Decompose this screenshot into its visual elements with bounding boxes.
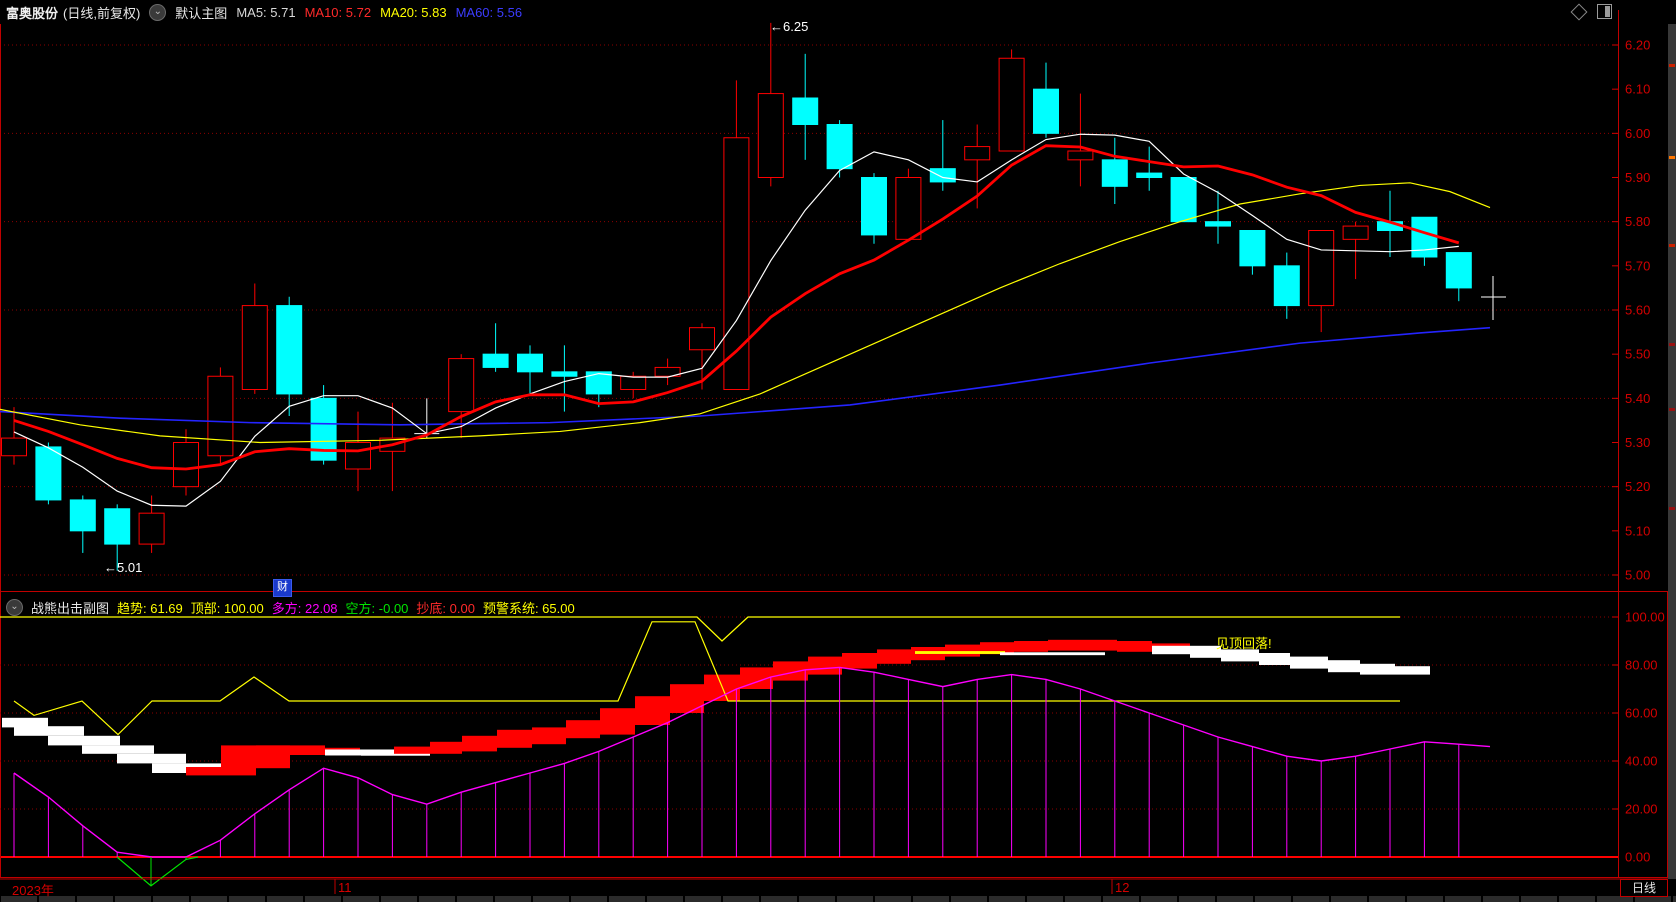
indicator-bull-value: 多方: 22.08 bbox=[271, 600, 338, 616]
indicator-title[interactable]: 战熊出击副图 bbox=[31, 598, 109, 617]
svg-text:5.50: 5.50 bbox=[1625, 347, 1650, 362]
svg-text:40.00: 40.00 bbox=[1625, 754, 1658, 769]
trading-app-window: 6.20 6.10 6.00 5.90 5.80 5.70 5.60 5.50 5.40 5.30… bbox=[0, 0, 1676, 902]
event-badge[interactable]: 财 bbox=[273, 579, 292, 597]
indicator-dip-value: 抄底: 0.00 bbox=[416, 600, 475, 616]
indicator-top-value: 顶部: 100.00 bbox=[190, 600, 264, 616]
svg-text:6.20: 6.20 bbox=[1625, 38, 1650, 53]
svg-text:20.00: 20.00 bbox=[1625, 802, 1658, 817]
svg-text:60.00: 60.00 bbox=[1625, 706, 1658, 721]
chevron-down-icon[interactable]: ⌄ bbox=[6, 598, 23, 616]
right-scrollbar[interactable] bbox=[1668, 24, 1676, 879]
period-selector[interactable]: 日线 bbox=[1620, 879, 1668, 897]
svg-text:5.00: 5.00 bbox=[1625, 568, 1650, 583]
svg-text:5.20: 5.20 bbox=[1625, 479, 1650, 494]
indicator-trend-value: 趋势: 61.69 bbox=[117, 600, 183, 616]
month-label-nov: 11 bbox=[338, 880, 352, 895]
sub-panel-frame: 100.00 80.00 60.00 40.00 20.00 0.00 bbox=[0, 591, 1668, 878]
svg-text:5.30: 5.30 bbox=[1625, 435, 1650, 450]
svg-text:5.80: 5.80 bbox=[1625, 214, 1650, 229]
ma5-value: MA5: 5.71 bbox=[236, 4, 296, 20]
year-label: 2023年 bbox=[12, 883, 54, 898]
sub-chart-header: ⌄ 战熊出击副图 趋势: 61.69 顶部: 100.00 多方: 22.08 … bbox=[6, 597, 575, 617]
ma10-value: MA10: 5.72 bbox=[304, 4, 372, 20]
ma20-value: MA20: 5.83 bbox=[380, 4, 447, 20]
panel-layout-icon[interactable] bbox=[1597, 4, 1612, 19]
candlesticks bbox=[1, 22, 1472, 571]
scroll-strip[interactable] bbox=[1, 896, 1676, 902]
trend-ribbon bbox=[2, 639, 1430, 776]
diamond-icon[interactable] bbox=[1570, 3, 1588, 20]
svg-text:5.70: 5.70 bbox=[1625, 258, 1650, 273]
svg-text:6.00: 6.00 bbox=[1625, 126, 1650, 141]
period-adjust-label: (日线,前复权) bbox=[63, 5, 141, 21]
svg-text:0.00: 0.00 bbox=[1625, 850, 1650, 865]
low-price-annotation: ←5.01 bbox=[104, 560, 143, 575]
indicator-alert-value: 预警系统: 65.00 bbox=[482, 600, 575, 616]
chart-canvas[interactable]: 6.20 6.10 6.00 5.90 5.80 5.70 5.60 5.50 5.40 5.30… bbox=[0, 0, 1676, 902]
stock-name: 富奥股份 bbox=[6, 5, 59, 21]
crosshair bbox=[1481, 276, 1506, 320]
ma60-value: MA60: 5.56 bbox=[455, 4, 523, 20]
svg-text:80.00: 80.00 bbox=[1625, 658, 1658, 673]
svg-text:5.60: 5.60 bbox=[1625, 303, 1650, 318]
svg-text:5.10: 5.10 bbox=[1625, 523, 1650, 538]
main-chart-header: 富奥股份 (日线,前复权) ⌄ 默认主图 MA5: 5.71 MA10: 5.7… bbox=[6, 0, 522, 24]
svg-text:5.40: 5.40 bbox=[1625, 391, 1650, 406]
chevron-down-icon[interactable]: ⌄ bbox=[149, 3, 167, 21]
svg-text:6.10: 6.10 bbox=[1625, 82, 1650, 97]
svg-text:5.90: 5.90 bbox=[1625, 170, 1650, 185]
indicator-bear-value: 空方: -0.00 bbox=[345, 600, 409, 616]
month-label-dec: 12 bbox=[1115, 880, 1130, 895]
overlay-selector[interactable]: 默认主图 bbox=[175, 3, 227, 22]
time-axis bbox=[0, 878, 1668, 894]
window-controls bbox=[1570, 3, 1612, 20]
high-price-annotation: ←6.25 bbox=[770, 19, 809, 34]
signal-annotation: 见顶回落! bbox=[1216, 636, 1272, 651]
svg-text:100.00: 100.00 bbox=[1625, 610, 1665, 625]
